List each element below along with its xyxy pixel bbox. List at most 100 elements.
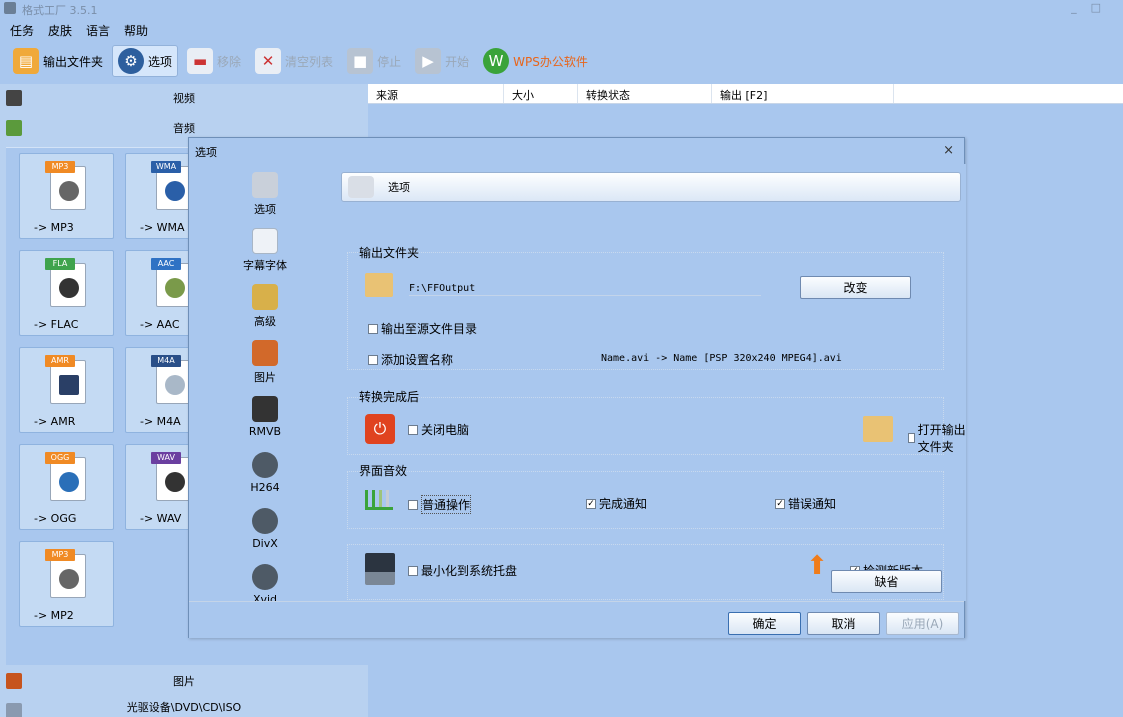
sidebar-item-advanced[interactable]: 高级 bbox=[237, 284, 293, 329]
audio-note-icon bbox=[6, 120, 22, 136]
output-folder-icon bbox=[365, 273, 393, 297]
dialog-footer: 确定 取消 应用(A) bbox=[189, 601, 964, 638]
options-header-title: 选项 bbox=[388, 181, 410, 194]
volume-bars-icon bbox=[365, 490, 393, 510]
tile-flac[interactable]: FLA -> FLAC bbox=[19, 250, 114, 336]
change-button[interactable]: 改变 bbox=[800, 276, 911, 299]
category-picture[interactable]: 图片 bbox=[0, 667, 368, 695]
apply-button[interactable]: 应用(A) bbox=[886, 612, 959, 635]
menu-help[interactable]: 帮助 bbox=[124, 22, 148, 39]
options-label: 选项 bbox=[148, 54, 173, 69]
sidebar-item-subtitle-font[interactable]: 字幕字体 bbox=[237, 228, 293, 273]
menu-task[interactable]: 任务 bbox=[10, 22, 34, 39]
menu-skin[interactable]: 皮肤 bbox=[48, 22, 72, 39]
output-path-field[interactable]: F:\FFOutput bbox=[409, 276, 761, 296]
m4a-doc-icon: M4A bbox=[151, 355, 192, 404]
dialog-main: 选项 输出文件夹 F:\FFOutput 改变 输出至源文件目录 添加设置名称 … bbox=[341, 164, 966, 601]
cancel-button[interactable]: 取消 bbox=[807, 612, 880, 635]
wps-logo-icon: W bbox=[483, 48, 510, 74]
done-notify-checkbox[interactable]: ✓ 完成通知 bbox=[586, 495, 647, 512]
category-audio-label: 音频 bbox=[173, 122, 195, 135]
open-output-label: 打开输出文件夹 bbox=[917, 423, 966, 454]
update-arrow-icon: ⬆ bbox=[806, 551, 828, 581]
header-camera-icon bbox=[348, 176, 374, 198]
output-path-text: F:\FFOutput bbox=[409, 283, 476, 294]
bottom-categories: 图片 光驱设备\DVD\CD\ISO bbox=[0, 665, 368, 717]
after-convert-heading: 转换完成后 bbox=[359, 390, 420, 404]
clear-list-label: 清空列表 bbox=[285, 54, 334, 69]
tray-computer-icon bbox=[365, 553, 395, 585]
window-title: 格式工厂 3.5.1 bbox=[22, 4, 98, 17]
col-output[interactable]: 输出 [F2] bbox=[712, 84, 894, 103]
default-button[interactable]: 缺省 bbox=[831, 570, 942, 593]
output-folder-button[interactable]: ▤ 输出文件夹 bbox=[8, 45, 108, 77]
wps-label: WPS办公软件 bbox=[513, 54, 588, 69]
normal-op-checkbox[interactable]: 普通操作 bbox=[408, 495, 472, 514]
sidebar-subtitle-label: 字幕字体 bbox=[243, 259, 287, 272]
dialog-sidebar: 选项 字幕字体 高级 图片 RMVB H264 DivX Xvid ▼ bbox=[189, 164, 341, 622]
tile-mp2[interactable]: MP3 -> MP2 bbox=[19, 541, 114, 627]
options-button[interactable]: ⚙ 选项 bbox=[112, 45, 179, 77]
col-status[interactable]: 转换状态 bbox=[578, 84, 712, 103]
minimize-tray-checkbox[interactable]: 最小化到系统托盘 bbox=[408, 562, 517, 579]
tile-flac-label: -> FLAC bbox=[34, 318, 79, 331]
stop-button[interactable]: ■ 停止 bbox=[342, 45, 406, 77]
category-rom[interactable]: 光驱设备\DVD\CD\ISO bbox=[0, 697, 368, 717]
sidebar-xvid-label: Xvid bbox=[252, 593, 278, 601]
tile-wma-label: -> WMA bbox=[140, 221, 185, 234]
stop-icon: ■ bbox=[347, 48, 374, 74]
start-label: 开始 bbox=[445, 54, 470, 69]
window-controls[interactable]: _□ bbox=[1071, 1, 1115, 14]
tile-ogg-label: -> OGG bbox=[34, 512, 77, 525]
sidebar-item-divx[interactable]: DivX bbox=[237, 508, 293, 550]
flac-doc-icon: FLA bbox=[45, 258, 86, 307]
sidebar-item-xvid[interactable]: Xvid bbox=[237, 564, 293, 601]
advanced-landscape-icon bbox=[252, 284, 278, 310]
col-source[interactable]: 来源 bbox=[368, 84, 504, 103]
shutdown-checkbox[interactable]: 关闭电脑 bbox=[408, 421, 469, 438]
mp2-doc-icon: MP3 bbox=[45, 549, 86, 598]
stop-label: 停止 bbox=[377, 54, 402, 69]
tile-amr-label: -> AMR bbox=[34, 415, 76, 428]
wav-doc-icon: WAV bbox=[151, 452, 192, 501]
tile-mp3[interactable]: MP3 -> MP3 bbox=[19, 153, 114, 239]
ok-button[interactable]: 确定 bbox=[728, 612, 801, 635]
remove-button[interactable]: ▬ 移除 bbox=[182, 45, 246, 77]
open-output-checkbox[interactable]: 打开输出文件夹 bbox=[908, 421, 966, 455]
shutdown-label: 关闭电脑 bbox=[421, 423, 470, 437]
category-video-label: 视频 bbox=[173, 92, 195, 105]
clear-x-icon: ✕ bbox=[255, 48, 282, 74]
mp3-doc-icon: MP3 bbox=[45, 161, 86, 210]
output-to-source-checkbox[interactable]: 输出至源文件目录 bbox=[368, 320, 477, 337]
error-notify-label: 错误通知 bbox=[788, 497, 837, 511]
error-notify-checkbox[interactable]: ✓ 错误通知 bbox=[775, 495, 836, 512]
remove-doc-icon: ▬ bbox=[187, 48, 214, 74]
output-to-source-label: 输出至源文件目录 bbox=[381, 322, 478, 336]
open-folder-icon bbox=[863, 416, 893, 442]
options-gear-icon: ⚙ bbox=[118, 48, 145, 74]
file-list-header: 来源 大小 转换状态 输出 [F2] bbox=[368, 84, 1123, 104]
clear-list-button[interactable]: ✕ 清空列表 bbox=[250, 45, 338, 77]
col-size[interactable]: 大小 bbox=[504, 84, 578, 103]
remove-label: 移除 bbox=[217, 54, 242, 69]
tile-amr[interactable]: AMR -> AMR bbox=[19, 347, 114, 433]
menu-language[interactable]: 语言 bbox=[86, 22, 110, 39]
sidebar-item-rmvb[interactable]: RMVB bbox=[237, 396, 293, 438]
dialog-close-icon[interactable]: × bbox=[943, 143, 954, 158]
amr-doc-icon: AMR bbox=[45, 355, 86, 404]
category-video[interactable]: 视频 bbox=[0, 84, 368, 112]
toolbar: ▤ 输出文件夹 ⚙ 选项 ▬ 移除 ✕ 清空列表 ■ 停止 ▶ 开始 W WPS… bbox=[8, 44, 597, 78]
name-example-text: Name.avi -> Name [PSP 320x240 MPEG4].avi bbox=[601, 353, 842, 364]
wps-button[interactable]: W WPS办公软件 bbox=[478, 45, 593, 77]
output-folder-heading: 输出文件夹 bbox=[359, 246, 420, 260]
add-setting-name-checkbox[interactable]: 添加设置名称 bbox=[368, 351, 453, 368]
sidebar-item-h264[interactable]: H264 bbox=[237, 452, 293, 494]
tile-ogg[interactable]: OGG -> OGG bbox=[19, 444, 114, 530]
sidebar-item-options[interactable]: 选项 bbox=[237, 172, 293, 217]
ogg-doc-icon: OGG bbox=[45, 452, 86, 501]
sidebar-item-picture[interactable]: 图片 bbox=[237, 340, 293, 385]
start-button[interactable]: ▶ 开始 bbox=[410, 45, 474, 77]
sidebar-rmvb-label: RMVB bbox=[248, 425, 282, 438]
app-icon bbox=[4, 2, 16, 14]
tile-m4a-label: -> M4A bbox=[140, 415, 181, 428]
